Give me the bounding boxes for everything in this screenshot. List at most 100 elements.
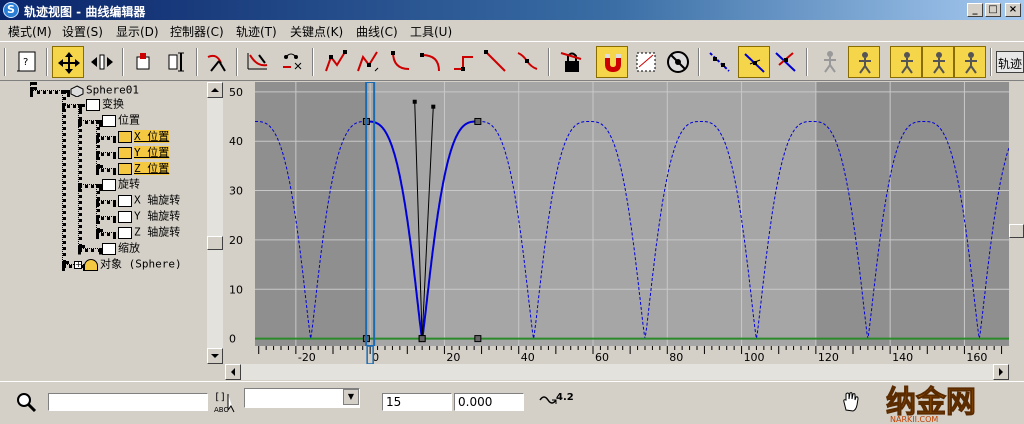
tree-item-x-rotation[interactable]: X 轴旋转	[118, 192, 180, 208]
y-tick-label: 50	[229, 86, 243, 99]
curve-track-icon	[118, 130, 132, 143]
tangent-custom-icon[interactable]	[352, 46, 384, 78]
menu-bar: 模式(M) 设置(S) 显示(D) 控制器(C) 轨迹(T) 关键点(K) 曲线…	[0, 20, 1024, 40]
tree-item-y-position[interactable]: Y 位置	[118, 144, 170, 160]
chevron-down-icon[interactable]: ▼	[343, 389, 359, 405]
time-ruler[interactable]: -20 0 20 40 60 80 100 120 140 160	[225, 346, 1009, 364]
tangent-handle	[431, 104, 436, 109]
minimize-button[interactable]: _	[967, 3, 983, 17]
menu-tracks[interactable]: 轨迹(T)	[236, 23, 277, 40]
scroll-left-button[interactable]	[225, 364, 241, 380]
ghost-icon[interactable]	[814, 46, 846, 78]
biped-x-icon[interactable]	[848, 46, 880, 78]
frame-zoom-icon[interactable]: 4.2	[538, 388, 574, 419]
show-keys-icon[interactable]	[704, 46, 736, 78]
curve-graph[interactable]: 0 10 20 30 40 50	[225, 82, 1009, 346]
tangent-handle	[412, 99, 417, 104]
key-point-flat	[474, 335, 482, 343]
add-keys-icon[interactable]	[242, 46, 274, 78]
svg-text:[]: []	[214, 392, 226, 403]
scroll-up-button[interactable]	[207, 82, 223, 98]
sphere-object-icon	[70, 84, 84, 97]
reduce-keys-icon[interactable]	[276, 46, 308, 78]
menu-controller[interactable]: 控制器(C)	[170, 23, 224, 40]
scroll-right-button[interactable]	[993, 364, 1009, 380]
disable-icon[interactable]	[662, 46, 694, 78]
title-bar: S 轨迹视图 - 曲线编辑器 _ □ ×	[0, 0, 1024, 20]
insert-keys-icon[interactable]	[128, 46, 160, 78]
tree-scroll-thumb[interactable]	[207, 236, 223, 250]
tree-item-y-rotation[interactable]: Y 轴旋转	[118, 208, 180, 224]
expand-plus-icon[interactable]: +	[74, 260, 82, 269]
ruler-label: 40	[521, 351, 535, 364]
key-point-flat	[418, 335, 426, 343]
graph-vertical-scrollbar[interactable]	[1009, 82, 1024, 346]
tangent-auto-icon[interactable]	[320, 46, 352, 78]
y-tick-label: 40	[229, 135, 243, 148]
trackview-name-field[interactable]: 轨迹	[996, 51, 1024, 73]
maximize-button[interactable]: □	[985, 3, 1001, 17]
curve-track-icon	[118, 226, 132, 239]
command-field[interactable]	[48, 393, 208, 411]
window-title: 轨迹视图 - 曲线编辑器	[24, 5, 146, 19]
ruler-label: 140	[892, 351, 913, 364]
ruler-label: 160	[966, 351, 987, 364]
biped-y-icon[interactable]	[890, 46, 922, 78]
menu-keys[interactable]: 关键点(K)	[290, 23, 343, 40]
move-keys-icon[interactable]	[52, 46, 84, 78]
menu-mode[interactable]: 模式(M)	[8, 23, 52, 40]
close-button[interactable]: ×	[1005, 3, 1021, 17]
scroll-down-button[interactable]	[207, 348, 223, 364]
filters-icon[interactable]: ?	[12, 46, 44, 78]
tree-item-z-rotation[interactable]: Z 轴旋转	[118, 224, 180, 240]
object-modifier-icon	[84, 258, 98, 271]
snap-frames-icon[interactable]	[596, 46, 628, 78]
tangent-linear-icon[interactable]	[480, 46, 512, 78]
horizontal-scrollbar[interactable]	[225, 364, 1009, 380]
value-field[interactable]: 0.000	[454, 393, 524, 411]
draw-curves-icon[interactable]	[202, 46, 234, 78]
tree-item-position[interactable]: 位置	[102, 112, 140, 128]
menu-display[interactable]: 显示(D)	[116, 23, 159, 40]
tree-item-object[interactable]: + 对象 (Sphere)	[74, 256, 182, 272]
tangent-slow-icon[interactable]	[416, 46, 448, 78]
y-tick-label: 0	[229, 333, 236, 346]
menu-curves[interactable]: 曲线(C)	[356, 23, 398, 40]
position-icon	[102, 114, 116, 127]
tree-item-transform[interactable]: 变换	[86, 96, 124, 112]
tangent-step-icon[interactable]	[448, 46, 480, 78]
biped-z-icon[interactable]	[922, 46, 954, 78]
ruler-label: -20	[298, 351, 316, 364]
biped-w-icon[interactable]	[954, 46, 986, 78]
lock-tangents-icon[interactable]	[770, 46, 802, 78]
menu-settings[interactable]: 设置(S)	[62, 23, 103, 40]
tree-item-x-position[interactable]: X 位置	[118, 128, 170, 144]
scale-icon	[102, 242, 116, 255]
tree-item-rotation[interactable]: 旋转	[102, 176, 140, 192]
y-tick-label: 30	[229, 185, 243, 198]
zoom-region-icon[interactable]	[14, 390, 38, 417]
lock-selection-icon[interactable]	[556, 46, 588, 78]
tree-item-scale[interactable]: 缩放	[102, 240, 140, 256]
svg-text:ABC: ABC	[214, 406, 228, 414]
ruler-label: 60	[595, 351, 609, 364]
graph-scroll-thumb[interactable]	[1009, 224, 1024, 238]
menu-utilities[interactable]: 工具(U)	[410, 23, 452, 40]
scale-keys-icon[interactable]	[160, 46, 192, 78]
tangent-fast-icon[interactable]	[384, 46, 416, 78]
tangent-smooth-icon[interactable]	[512, 46, 544, 78]
curve-track-icon	[118, 162, 132, 175]
parameter-curve-icon[interactable]	[630, 46, 662, 78]
show-tangents-icon[interactable]	[738, 46, 770, 78]
svg-text:NARKII.COM: NARKII.COM	[890, 415, 938, 424]
frame-field[interactable]: 15	[382, 393, 452, 411]
ruler-label: 100	[744, 351, 765, 364]
slide-keys-icon[interactable]	[86, 46, 118, 78]
selection-dropdown[interactable]: ▼	[244, 388, 360, 408]
rotation-icon	[102, 178, 116, 191]
y-tick-label: 20	[229, 234, 243, 247]
tree-scrollbar[interactable]	[207, 82, 223, 364]
pan-icon[interactable]	[838, 390, 862, 417]
tree-item-z-position[interactable]: Z 位置	[118, 160, 170, 176]
text-selection-icon[interactable]: [] ABC	[212, 388, 238, 419]
